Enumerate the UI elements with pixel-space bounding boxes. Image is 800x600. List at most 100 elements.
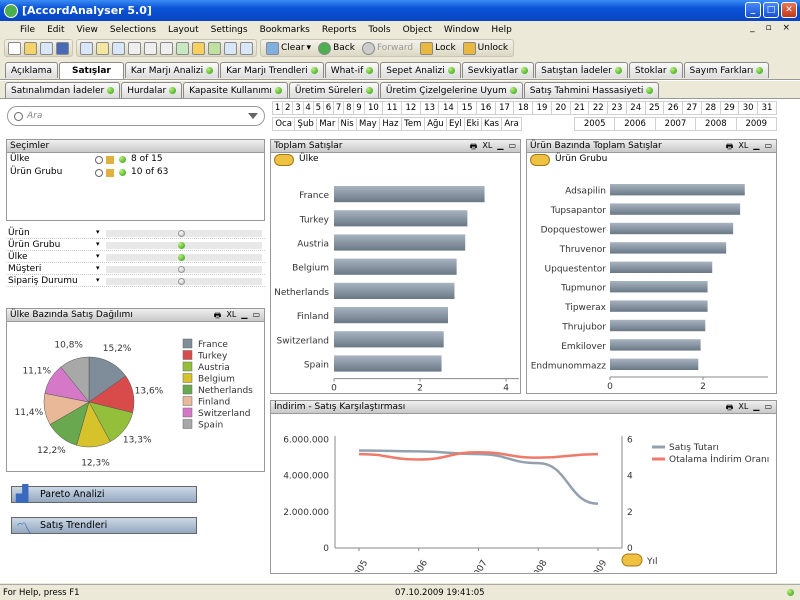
day-cell[interactable]: 13	[419, 101, 440, 115]
minimize-icon[interactable]: ▁	[241, 310, 247, 324]
month-cell[interactable]: Eki	[463, 117, 482, 131]
bar[interactable]	[610, 261, 713, 273]
xl-export-button[interactable]: XL	[738, 402, 748, 416]
xl-export-button[interactable]: XL	[226, 310, 236, 324]
menu-item[interactable]: Reports	[316, 25, 363, 35]
print-icon[interactable]: 🖶	[214, 310, 222, 324]
selection-row[interactable]: Ürün Grubu 10 of 63	[7, 167, 264, 179]
menu-item[interactable]: Edit	[41, 25, 70, 35]
day-cell[interactable]: 20	[550, 101, 571, 115]
sheet-tab[interactable]: Kar Marjı Trendleri	[220, 62, 324, 78]
day-cell[interactable]: 29	[719, 101, 740, 115]
year-cell[interactable]: 2009	[735, 117, 778, 131]
year-cell[interactable]: 2006	[614, 117, 656, 131]
properties-icon[interactable]	[224, 41, 237, 55]
listbox-row[interactable]: Ürün Grubu ▾	[6, 240, 265, 251]
close-button[interactable]: ✕	[781, 2, 797, 18]
year-cell[interactable]: 2005	[573, 117, 616, 131]
listbox-row[interactable]: Müşteri ▾	[6, 264, 265, 275]
cycle-dimension-icon[interactable]	[530, 154, 550, 166]
cycle-dimension-icon[interactable]	[274, 154, 294, 166]
dropdown-arrow-icon[interactable]: ▾	[96, 240, 100, 248]
day-cell[interactable]: 5	[312, 101, 324, 115]
maximize-button[interactable]: □	[763, 2, 779, 18]
sheet-tab[interactable]: Satınalımdan İadeler	[5, 82, 121, 98]
menu-item[interactable]: Selections	[104, 25, 162, 35]
day-cell[interactable]: 31	[756, 101, 778, 115]
sheet-tab[interactable]: Sayım Farkları	[683, 62, 770, 78]
minimize-icon[interactable]: ▁	[753, 402, 759, 416]
new-icon[interactable]	[8, 41, 21, 55]
day-cell[interactable]: 15	[457, 101, 477, 115]
month-cell[interactable]: Eyl	[446, 117, 465, 131]
maximize-icon[interactable]: ▭	[252, 310, 260, 324]
listbox-row[interactable]: Ürün ▾	[6, 228, 265, 239]
day-cell[interactable]: 1	[271, 101, 284, 115]
day-cell[interactable]: 4	[302, 101, 314, 115]
bar[interactable]	[610, 339, 701, 351]
back-button[interactable]: Back	[316, 41, 357, 55]
menu-item[interactable]: Bookmarks	[254, 25, 316, 35]
day-cell[interactable]: 9	[353, 101, 365, 115]
sheet-tab[interactable]: Üretim Çizelgelerine Uyum	[379, 82, 523, 98]
redo-icon[interactable]	[144, 41, 157, 55]
dropdown-arrow-icon[interactable]: ▾	[96, 252, 100, 260]
bar[interactable]	[334, 234, 466, 251]
day-cell[interactable]: 21	[569, 101, 590, 115]
edit-script-icon[interactable]	[96, 41, 109, 55]
menu-item[interactable]: Settings	[205, 25, 254, 35]
print-icon[interactable]: 🖶	[726, 402, 734, 416]
dropdown-arrow-icon[interactable]: ▾	[96, 264, 100, 272]
bar[interactable]	[610, 358, 699, 370]
day-cell[interactable]: 18	[513, 101, 534, 115]
sales-trends-button[interactable]: 〽 Satış Trendleri	[11, 517, 197, 538]
month-cell[interactable]: May	[355, 117, 381, 131]
search-dropdown-icon[interactable]	[248, 113, 258, 119]
sheet-tab[interactable]: Sevkiyatlar	[461, 62, 535, 78]
year-cell[interactable]: 2007	[654, 117, 697, 131]
month-cell[interactable]: Mar	[316, 117, 339, 131]
day-cell[interactable]: 23	[607, 101, 627, 115]
day-cell[interactable]: 6	[322, 101, 335, 115]
year-cell[interactable]: 2008	[695, 117, 737, 131]
day-cell[interactable]: 26	[663, 101, 684, 115]
month-cell[interactable]: Oca	[271, 117, 296, 131]
wizard-icon[interactable]	[208, 41, 221, 55]
bar[interactable]	[610, 281, 708, 293]
bar[interactable]	[334, 210, 468, 227]
selection-row[interactable]: Ülke 8 of 15	[7, 154, 264, 166]
bar[interactable]	[610, 203, 741, 215]
bar[interactable]	[334, 355, 442, 372]
sheet-tab[interactable]: Hurdalar	[121, 82, 183, 98]
edit-icon[interactable]	[95, 169, 103, 177]
undo-icon[interactable]	[128, 41, 141, 55]
listbox-row[interactable]: Sipariş Durumu ▾	[6, 276, 265, 287]
day-cell[interactable]: 12	[401, 101, 421, 115]
series-line[interactable]	[358, 451, 599, 461]
reload-icon[interactable]	[40, 41, 53, 55]
sheet-tab[interactable]: Sepet Analizi	[380, 62, 461, 78]
bar[interactable]	[610, 242, 727, 254]
menu-item[interactable]: Layout	[162, 25, 205, 35]
help-icon[interactable]	[240, 41, 253, 55]
print-icon[interactable]	[80, 41, 93, 55]
clear-button[interactable]: Clear ▾	[264, 41, 313, 55]
dropdown-arrow-icon[interactable]: ▾	[96, 228, 100, 236]
day-cell[interactable]: 27	[682, 101, 702, 115]
find-icon[interactable]	[160, 41, 173, 55]
sheet-tab[interactable]: Satıştan İadeler	[535, 62, 628, 78]
forward-button[interactable]: Forward	[360, 41, 415, 55]
chart-icon[interactable]	[192, 41, 205, 55]
lock-button[interactable]: Lock	[418, 41, 458, 55]
dropdown-arrow-icon[interactable]: ▾	[96, 276, 100, 284]
day-cell[interactable]: 19	[532, 101, 552, 115]
day-cell[interactable]: 16	[475, 101, 496, 115]
day-cell[interactable]: 2	[282, 101, 294, 115]
day-cell[interactable]: 17	[494, 101, 515, 115]
menu-item[interactable]: Object	[397, 25, 438, 35]
day-cell[interactable]: 8	[343, 101, 355, 115]
day-cell[interactable]: 22	[588, 101, 609, 115]
month-cell[interactable]: Haz	[379, 117, 402, 131]
day-cell[interactable]: 3	[292, 101, 304, 115]
sheet-tab[interactable]: What-if	[324, 62, 380, 78]
